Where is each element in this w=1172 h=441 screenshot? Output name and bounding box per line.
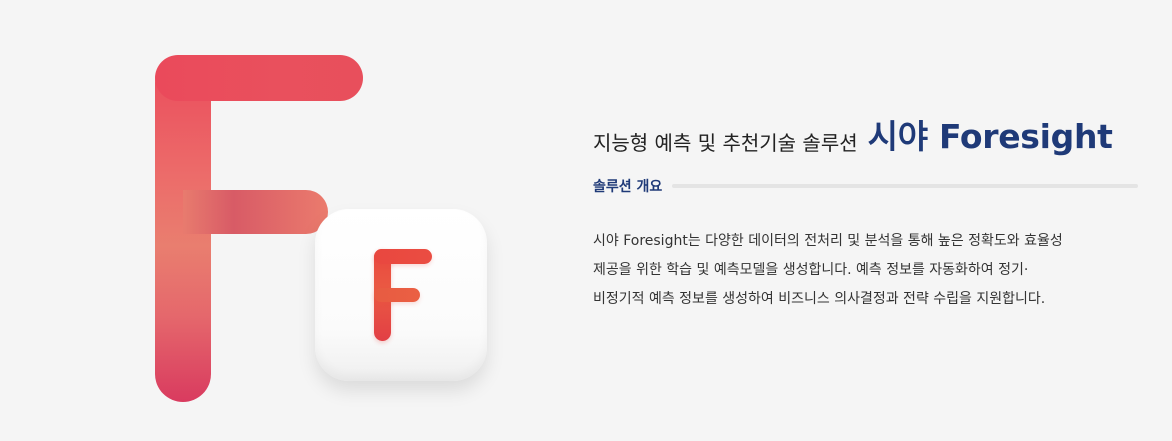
foresight-logo-art bbox=[0, 0, 560, 441]
foresight-logo-middle-bar bbox=[183, 190, 328, 234]
description-line-1: 시야 Foresight는 다양한 데이터의 전처리 및 분석을 통해 높은 정… bbox=[593, 232, 1063, 249]
description-line-2: 제공을 위한 학습 및 예측모델을 생성합니다. 예측 정보를 자동화하여 정기… bbox=[593, 261, 1029, 278]
solution-overview: 지능형 예측 및 추천기술 솔루션 시야 Foresight 솔루션 개요 시야… bbox=[593, 117, 1138, 314]
letter-f-middle-bar bbox=[374, 288, 420, 302]
section-header: 솔루션 개요 bbox=[593, 176, 1138, 196]
solution-description: 시야 Foresight는 다양한 데이터의 전처리 및 분석을 통해 높은 정… bbox=[593, 227, 1123, 314]
letter-f-top-bar bbox=[374, 249, 432, 264]
brand-name: 시야 Foresight bbox=[867, 117, 1113, 156]
letter-f-icon bbox=[374, 249, 432, 341]
foresight-logo-top-bar bbox=[155, 55, 363, 101]
section-title: 솔루션 개요 bbox=[593, 178, 663, 195]
section-divider bbox=[672, 183, 1138, 188]
description-line-3: 비정기적 예측 정보를 생성하여 비즈니스 의사결정과 전략 수립을 지원합니다… bbox=[593, 290, 1046, 307]
page-subtitle: 지능형 예측 및 추천기술 솔루션 bbox=[593, 130, 858, 155]
page-title: 지능형 예측 및 추천기술 솔루션 시야 Foresight bbox=[593, 117, 1138, 156]
